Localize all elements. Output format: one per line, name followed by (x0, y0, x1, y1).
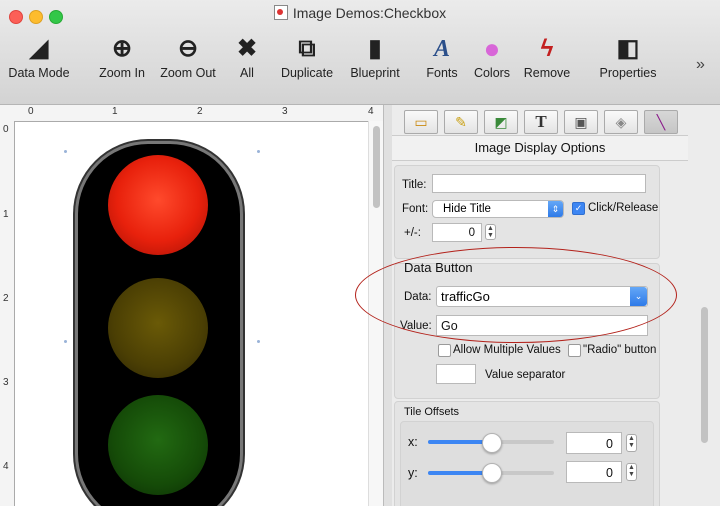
yellow-lamp (108, 278, 208, 378)
zoom-in-button[interactable]: ⊕ Zoom In (92, 34, 152, 80)
fonts-icon: A (433, 36, 450, 62)
properties-button[interactable]: ◧ Properties (592, 34, 664, 80)
value-separator-field[interactable] (436, 364, 476, 384)
panel-scroll-thumb[interactable] (701, 307, 708, 443)
eraser-tab-icon[interactable]: ◈ (604, 110, 638, 134)
text-tab-icon[interactable]: T (524, 110, 558, 134)
palette-toolbar: ▭ ✎ ◩ T ▣ ◈ ╲ (392, 105, 688, 135)
title-field[interactable] (432, 174, 646, 193)
properties-icon: ◧ (616, 35, 640, 62)
blueprint-icon: ▮ (368, 35, 382, 62)
selection-handle[interactable] (64, 340, 67, 343)
data-mode-icon: ◢ (29, 35, 49, 62)
colors-button[interactable]: ● Colors (469, 33, 515, 81)
font-popup[interactable]: Hide Title ⇕ (432, 200, 564, 218)
all-button[interactable]: ✖ All (229, 34, 265, 80)
zoom-out-icon: ⊖ (177, 35, 199, 62)
red-lamp (108, 155, 208, 255)
shapes-tab-icon[interactable]: ◩ (484, 110, 518, 134)
selection-handle[interactable] (64, 150, 67, 153)
picture-tab-icon[interactable]: ▣ (564, 110, 598, 134)
selection-handle[interactable] (160, 140, 163, 143)
popup-arrows-icon: ⇕ (548, 201, 563, 217)
click-release-checkbox[interactable]: ✓ (572, 202, 585, 215)
image-tab-icon[interactable]: ▭ (404, 110, 438, 134)
horizontal-ruler: 0 1 2 3 4 (0, 105, 383, 122)
plusminus-stepper[interactable]: ▲ ▼ (485, 224, 496, 240)
panel-title: Image Display Options (392, 135, 688, 161)
zoom-in-icon: ⊕ (111, 35, 133, 62)
remove-icon: ϟ (540, 35, 554, 62)
y-slider-knob[interactable] (482, 463, 502, 483)
y-offset-stepper[interactable]: ▲ ▼ (626, 463, 637, 481)
annotation-ellipse (355, 247, 677, 343)
x-slider-knob[interactable] (482, 433, 502, 453)
fonts-button[interactable]: A Fonts (420, 34, 464, 80)
allow-multiple-checkbox[interactable] (438, 344, 451, 357)
app-window: Image Demos:Checkbox ◢ Data Mode ⊕ Zoom … (0, 0, 720, 506)
selection-handle[interactable] (257, 340, 260, 343)
radio-button-checkbox[interactable] (568, 344, 581, 357)
x-offset-stepper[interactable]: ▲ ▼ (626, 434, 637, 452)
y-offset-field[interactable]: 0 (566, 461, 622, 483)
remove-button[interactable]: ϟ Remove (519, 34, 575, 80)
blueprint-button[interactable]: ▮ Blueprint (342, 34, 408, 80)
pencil-tab-icon[interactable]: ✎ (444, 110, 478, 134)
colors-icon: ● (483, 33, 501, 64)
duplicate-button[interactable]: ⧉ Duplicate (272, 34, 342, 80)
plusminus-field[interactable]: 0 (432, 223, 482, 242)
vertical-ruler: 0 1 2 3 4 (0, 121, 15, 506)
selection-handle[interactable] (257, 150, 260, 153)
data-mode-button[interactable]: ◢ Data Mode (4, 34, 74, 80)
expand-all-icon: ✖ (236, 35, 258, 62)
panel-scrollbar[interactable] (688, 159, 720, 506)
toolbar-overflow-button[interactable]: » (696, 56, 705, 74)
green-lamp (108, 395, 208, 495)
canvas-scroll-thumb[interactable] (373, 126, 380, 208)
window-title: Image Demos:Checkbox (0, 5, 720, 21)
x-offset-field[interactable]: 0 (566, 432, 622, 454)
zoom-out-button[interactable]: ⊖ Zoom Out (156, 34, 220, 80)
document-icon (273, 5, 288, 20)
duplicate-icon: ⧉ (298, 35, 316, 62)
line-tab-icon[interactable]: ╲ (644, 110, 678, 134)
title-bar: Image Demos:Checkbox ◢ Data Mode ⊕ Zoom … (0, 0, 720, 105)
